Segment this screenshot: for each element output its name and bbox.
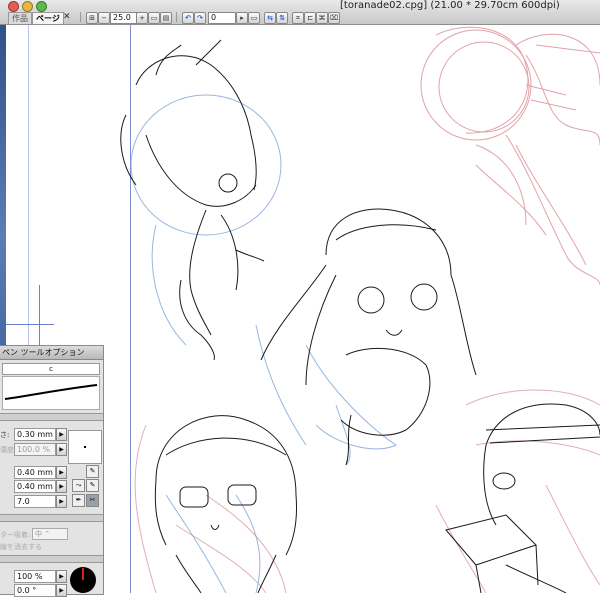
absorb-dropdown[interactable]: 中 ⌃ [32, 528, 68, 540]
rotate-left-button[interactable]: ↶ [182, 12, 194, 24]
window-zoom-button[interactable] [36, 1, 47, 12]
rotation-stepper-button[interactable]: ▸ [236, 12, 248, 24]
zoom-input[interactable]: 25.0 [110, 12, 138, 24]
correction-field[interactable]: 7.0 [14, 495, 56, 508]
blue-sketch-group [130, 94, 397, 593]
palette-divider [0, 413, 103, 421]
flip-vertical-button[interactable]: ⇅ [276, 12, 288, 24]
zoom-in-button[interactable]: + [136, 12, 148, 24]
stroke-preview-icon [4, 384, 98, 400]
tab-work[interactable]: 作品 [8, 12, 32, 24]
size-arrow-button[interactable]: ▶ [56, 428, 67, 441]
brush-preset-selector[interactable]: c [2, 363, 100, 375]
pen-pressure-icon[interactable]: ✒ [72, 494, 85, 507]
window-minimize-button[interactable] [22, 1, 33, 12]
size-field[interactable]: 0.30 mm [14, 428, 56, 441]
tab-page[interactable]: ページ [32, 12, 64, 24]
ink-character-bottom-left [154, 415, 297, 593]
grid-button[interactable]: ⌗ [292, 12, 304, 24]
ink-character-middle [260, 208, 477, 466]
brush-tip-dot-icon [84, 446, 86, 448]
erase-line-checkbox[interactable]: 線を消去する [0, 542, 42, 552]
brush-tip-preview [68, 430, 102, 464]
scale-field[interactable]: 100 % [14, 570, 56, 583]
out-taper-field[interactable]: 0.40 mm [14, 480, 56, 493]
in-taper-icon[interactable]: ✎ [86, 465, 99, 478]
fit-view-button[interactable]: ⊞ [86, 12, 98, 24]
palette-divider [0, 514, 103, 522]
toolbar-divider [80, 12, 81, 22]
hide-button[interactable]: ⌧ [328, 12, 340, 24]
zoom-out-button[interactable]: − [98, 12, 110, 24]
angle-arrow-button[interactable]: ▶ [56, 584, 67, 597]
rotate-right-button[interactable]: ↷ [194, 12, 206, 24]
stroke-preview [2, 376, 100, 410]
red-sketch-group [420, 26, 600, 286]
window-titlebar: [toranade02.cpg] (21.00 * 29.70cm 600dpi… [0, 0, 600, 25]
window-close-button[interactable] [8, 1, 19, 12]
ink-character-top [120, 39, 265, 361]
reset-rotation-button[interactable]: ▭ [248, 12, 260, 24]
palette-title[interactable]: ペン ツールオプション [0, 346, 103, 360]
out-taper-arrow-button[interactable]: ▶ [56, 480, 67, 493]
speed-correction-icon[interactable]: ✂ [86, 494, 99, 507]
taper-link-icon[interactable]: ⤳ [72, 479, 85, 492]
fit-page-button[interactable]: ▤ [160, 12, 172, 24]
absorb-label: ター吸着: [0, 531, 31, 539]
close-tab-icon[interactable]: ✕ [63, 12, 71, 22]
in-taper-arrow-button[interactable]: ▶ [56, 466, 67, 479]
window-title: [toranade02.cpg] (21.00 * 29.70cm 600dpi… [340, 0, 560, 11]
scale-arrow-button[interactable]: ▶ [56, 570, 67, 583]
rotation-input[interactable]: 0 [208, 12, 236, 24]
ruler-button[interactable]: ⊏ [304, 12, 316, 24]
pen-tool-options-palette[interactable]: ペン ツールオプション c さ: 0.30 mm ▶ 濃度: 100.0 % ▶… [0, 345, 104, 597]
absorb-value: 中 [35, 530, 42, 538]
density-arrow-button[interactable]: ▶ [56, 443, 67, 456]
red-sketch-group [134, 389, 600, 593]
page-view-button[interactable]: ▭ [148, 12, 160, 24]
out-taper-icon[interactable]: ✎ [86, 479, 99, 492]
density-field[interactable]: 100.0 % [14, 443, 56, 456]
correction-arrow-button[interactable]: ▶ [56, 495, 67, 508]
flip-horizontal-button[interactable]: ⇆ [264, 12, 276, 24]
size-label: さ: [0, 431, 10, 439]
snap-button[interactable]: ⌘ [316, 12, 328, 24]
angle-needle-icon [82, 568, 84, 580]
toolbar-divider [176, 12, 177, 22]
palette-divider [0, 555, 103, 563]
angle-field[interactable]: 0.0 ° [14, 584, 56, 597]
in-taper-field[interactable]: 0.40 mm [14, 466, 56, 479]
